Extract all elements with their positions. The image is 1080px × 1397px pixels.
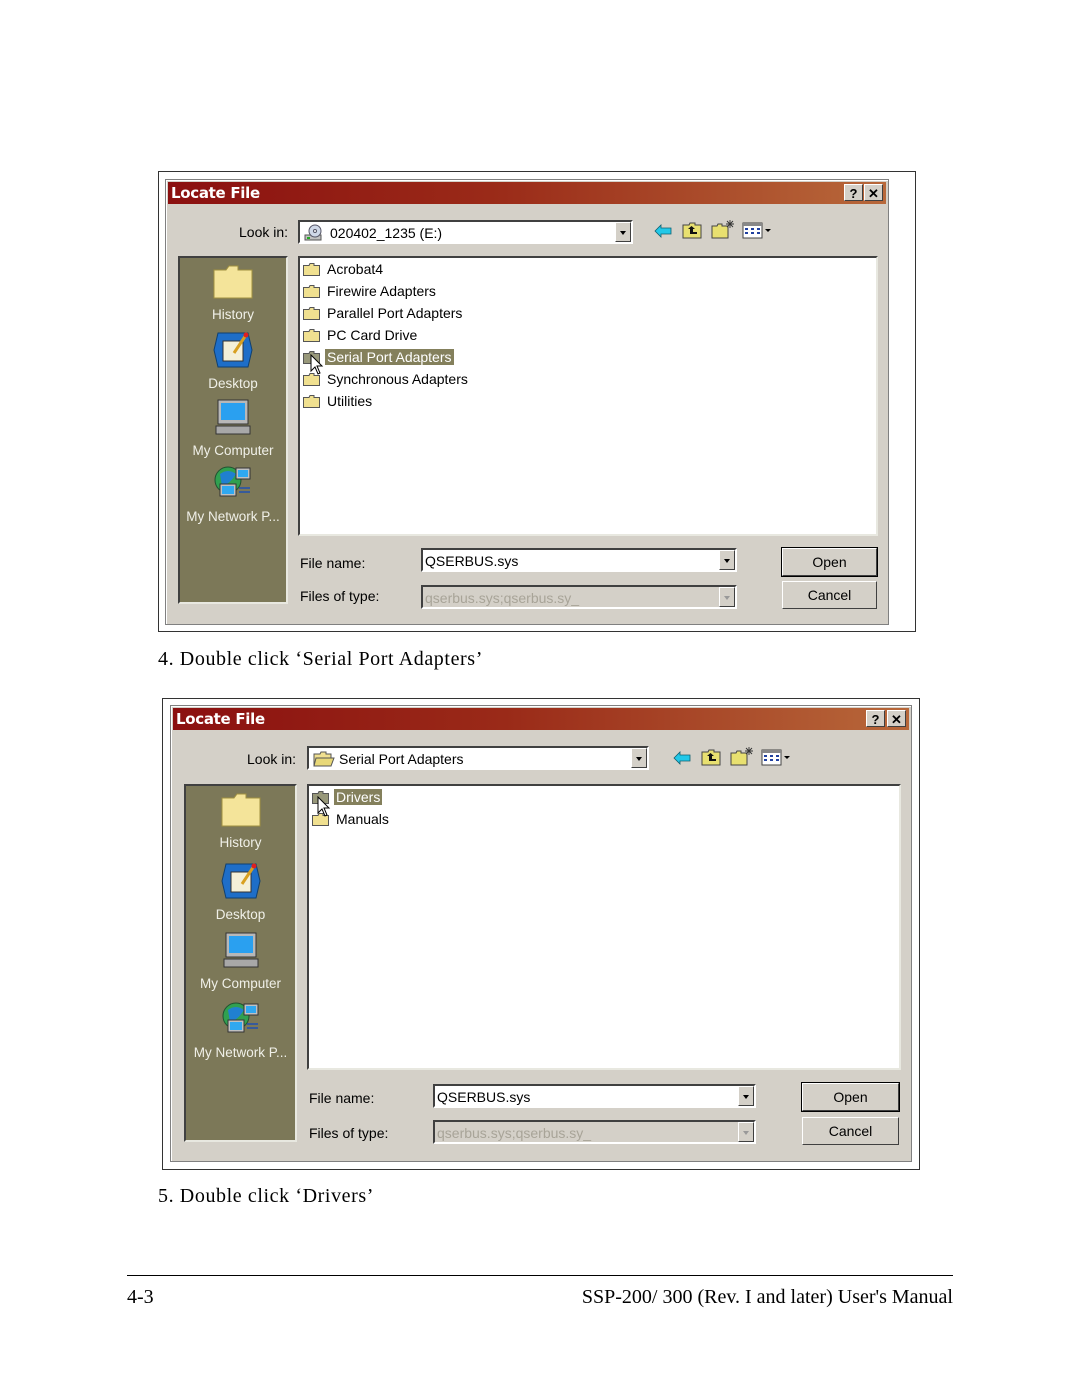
place-label: Desktop [215,907,266,922]
place-desktop[interactable]: Desktop [186,862,295,922]
new-folder-icon[interactable] [711,219,735,244]
look-in-label: Look in: [247,751,297,767]
file-name: Firewire Adapters [327,283,436,299]
look-in-value: 020402_1235 (E:) [330,225,443,241]
look-in-value: Serial Port Adapters [339,751,464,767]
look-in-dropdown[interactable]: 020402_1235 (E:) [298,220,633,244]
file-name: Acrobat4 [327,261,384,277]
file-list[interactable]: Drivers Manuals [307,784,901,1070]
file-name: Drivers [334,789,383,805]
folder-icon [303,395,320,408]
locate-file-dialog-1: Locate File ? ✕ Look in: 020402_1235 (E:… [165,179,889,625]
new-folder-icon[interactable] [730,746,754,771]
dialog-title: Locate File [176,710,265,728]
place-label: My Computer [199,976,282,991]
look-in-dropdown-arrow[interactable] [631,748,647,768]
places-bar: History Desktop My Computer My Network P… [178,256,288,604]
up-folder-icon[interactable] [701,748,721,771]
file-name: Parallel Port Adapters [327,305,463,321]
network-places-icon [220,1002,262,1042]
my-computer-icon [212,399,254,440]
close-button[interactable]: ✕ [887,710,906,727]
file-name-value: QSERBUS.sys [425,553,519,569]
view-menu-icon[interactable] [761,749,791,771]
back-arrow-icon[interactable] [654,224,672,243]
file-name-dropdown-arrow[interactable] [738,1086,754,1106]
files-of-type-label: Files of type: [309,1125,389,1141]
manual-title: SSP-200/ 300 (Rev. I and later) User's M… [581,1286,953,1308]
place-label: Desktop [208,376,258,391]
files-of-type-dropdown-arrow[interactable] [738,1122,754,1142]
place-desktop[interactable]: Desktop [180,331,286,391]
open-button[interactable]: Open [781,547,878,577]
cancel-button[interactable]: Cancel [782,581,877,609]
place-history[interactable]: History [180,264,286,322]
my-computer-icon [220,932,262,973]
place-label: My Computer [192,443,274,458]
folder-icon [303,307,320,320]
place-label: History [211,307,254,322]
title-bar[interactable]: Locate File ? ✕ [168,182,886,204]
files-of-type-value: qserbus.sys;qserbus.sy_ [425,590,580,606]
files-of-type-value: qserbus.sys;qserbus.sy_ [437,1125,592,1141]
file-name-label: File name: [309,1090,375,1106]
place-network[interactable]: My Network P... [186,1000,295,1060]
file-name: Manuals [336,811,389,827]
step-4-caption: 4. Double click ‘Serial Port Adapters’ [158,648,483,670]
folder-icon [303,263,320,276]
locate-file-dialog-2: Locate File ? ✕ Look in: Serial Port Ada… [170,705,912,1162]
place-my-computer[interactable]: My Computer [186,931,295,991]
help-button[interactable]: ? [844,184,863,201]
files-of-type-select[interactable]: qserbus.sys;qserbus.sy_ [421,585,737,609]
file-name-value: QSERBUS.sys [437,1089,531,1105]
place-label: My Network P... [186,509,280,524]
file-name-input[interactable]: QSERBUS.sys [433,1084,756,1108]
mouse-pointer-icon [317,795,331,823]
file-name-dropdown-arrow[interactable] [719,550,735,570]
file-name: Utilities [327,393,373,409]
step-5-caption: 5. Double click ‘Drivers’ [158,1185,375,1207]
place-history[interactable]: History [186,792,295,850]
folder-icon [303,285,320,298]
place-label: My Network P... [193,1045,288,1060]
place-network[interactable]: My Network P... [180,464,286,524]
place-label: History [219,835,262,850]
title-bar[interactable]: Locate File ? ✕ [173,708,909,730]
files-of-type-dropdown-arrow[interactable] [719,587,735,607]
look-in-label: Look in: [239,224,289,240]
open-button[interactable]: Open [801,1082,900,1112]
page-number: 4-3 [127,1286,154,1308]
mouse-pointer-icon [310,353,324,381]
folder-icon [303,329,320,342]
files-of-type-label: Files of type: [300,588,380,604]
places-bar: History Desktop My Computer My Network P… [184,784,297,1142]
cancel-button[interactable]: Cancel [802,1117,899,1145]
file-name-label: File name: [300,555,366,571]
dialog-title: Locate File [171,184,260,202]
network-places-icon [212,466,254,506]
desktop-icon [220,863,262,904]
place-my-computer[interactable]: My Computer [180,398,286,458]
history-folder-icon [212,265,254,304]
open-folder-icon [313,750,335,771]
view-menu-icon[interactable] [742,222,772,244]
look-in-dropdown[interactable]: Serial Port Adapters [307,746,649,770]
files-of-type-select[interactable]: qserbus.sys;qserbus.sy_ [433,1120,756,1144]
file-name: PC Card Drive [327,327,418,343]
desktop-icon [212,332,254,373]
cd-drive-icon [304,224,324,245]
file-name: Synchronous Adapters [327,371,468,387]
help-button[interactable]: ? [866,710,885,727]
up-folder-icon[interactable] [682,221,702,244]
footer-divider [127,1275,953,1276]
file-name-input[interactable]: QSERBUS.sys [421,548,737,572]
close-button[interactable]: ✕ [864,184,883,201]
file-name: Serial Port Adapters [325,349,454,365]
file-list[interactable]: Acrobat4 Firewire Adapters Parallel Port… [298,256,878,536]
back-arrow-icon[interactable] [673,751,691,770]
look-in-dropdown-arrow[interactable] [615,222,631,242]
history-folder-icon [220,793,262,832]
